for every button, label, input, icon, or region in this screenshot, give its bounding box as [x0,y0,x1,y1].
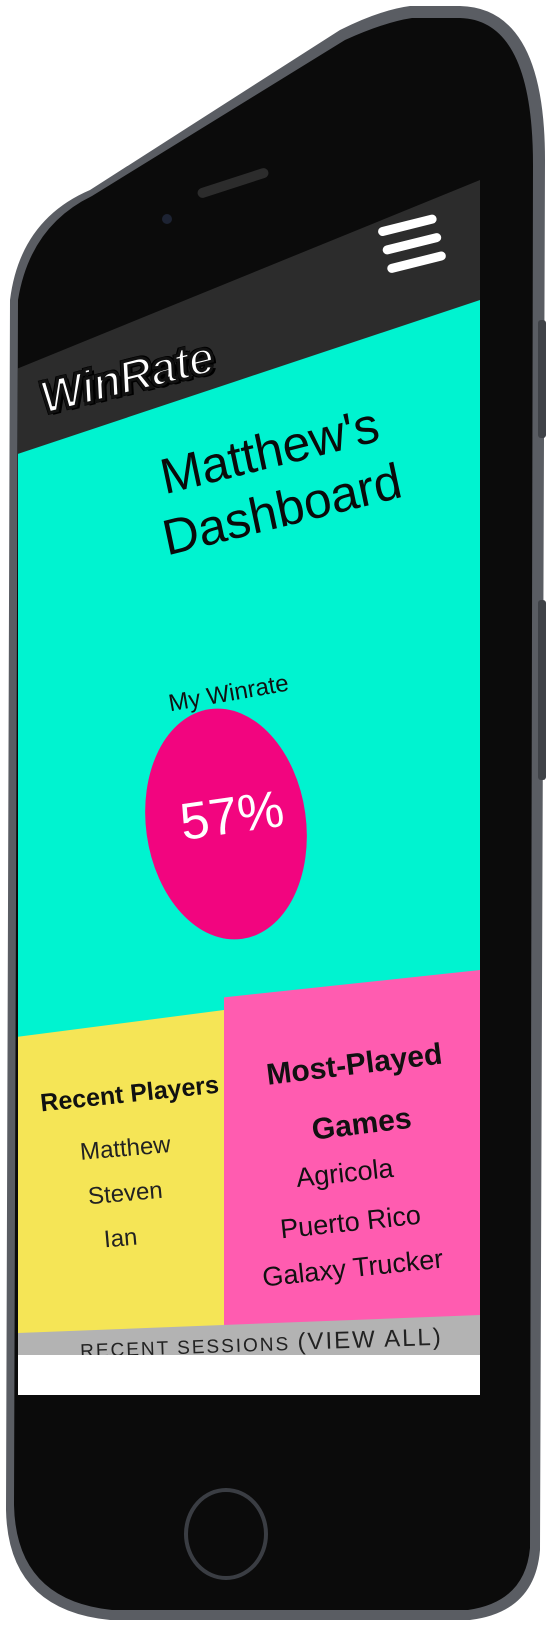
recent-players-panel [18,1010,224,1345]
phone-screen: WinRate Matthew's Dashboard My Winrate 5… [18,180,480,1470]
most-played-games-title: Most-Played Games [251,1023,464,1166]
recent-sessions-list [18,1355,480,1395]
power-button [538,600,546,780]
player-item[interactable]: Ian [103,1224,139,1255]
phone-device: WinRate Matthew's Dashboard My Winrate 5… [0,0,552,1630]
view-all-link[interactable]: (VIEW ALL) [297,1324,443,1356]
front-camera [162,214,172,224]
volume-button [538,320,546,438]
